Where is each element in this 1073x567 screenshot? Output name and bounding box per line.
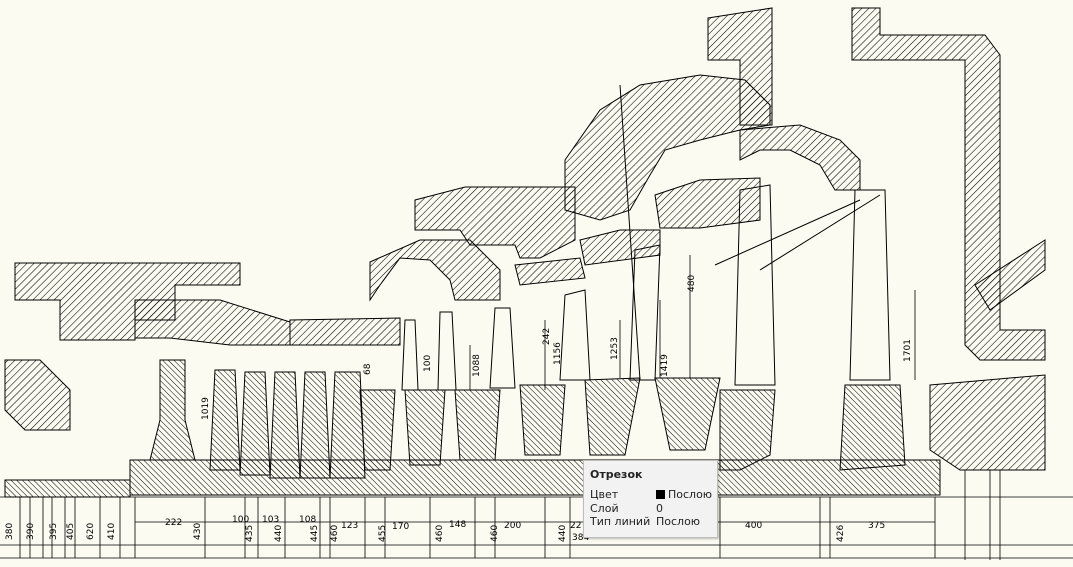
dim-label: 455 <box>378 525 388 542</box>
tooltip-title: Отрезок <box>590 468 643 481</box>
dim-label: 395 <box>49 523 59 540</box>
tooltip-label: Слой <box>590 502 619 515</box>
rotor[interactable] <box>4 359 941 498</box>
tooltip-row-layer: Слой 0 <box>590 502 715 515</box>
dim-label: 170 <box>392 522 409 532</box>
tooltip-value: Послою <box>656 488 712 501</box>
dim-label: 148 <box>449 520 466 530</box>
dim-label: 405 <box>66 523 76 540</box>
dim-label: 242 <box>542 328 552 345</box>
color-swatch-icon <box>656 490 665 499</box>
dim-label: 480 <box>687 275 697 292</box>
dim-label: 445 <box>310 525 320 542</box>
cad-drawing-canvas[interactable]: 380 390 395 405 620 410 222 430 100 435 … <box>0 0 1073 567</box>
object-tooltip: Отрезок Цвет Послою Слой 0 Тип линий Пос… <box>583 460 718 538</box>
dim-label: 1156 <box>553 342 563 365</box>
tooltip-value-text: Послою <box>668 488 713 501</box>
dim-label: 200 <box>504 521 521 531</box>
dim-label: 1019 <box>201 397 211 420</box>
dim-label: 390 <box>26 523 36 540</box>
dim-label: 1701 <box>903 339 913 362</box>
dim-label: 400 <box>745 521 762 531</box>
dim-label: 410 <box>107 523 117 540</box>
dim-label: 1419 <box>660 354 670 377</box>
tooltip-label: Цвет <box>590 488 619 501</box>
tooltip-row-color: Цвет Послою <box>590 488 715 501</box>
dim-label: 620 <box>86 523 96 540</box>
dim-label: 440 <box>558 525 568 542</box>
dim-label: 222 <box>165 518 182 528</box>
dim-label: 108 <box>299 515 316 525</box>
dim-label: 1088 <box>472 354 482 377</box>
tooltip-label: Тип линий <box>590 515 651 528</box>
dim-label: 22 <box>570 521 581 531</box>
dim-label: 1253 <box>610 337 620 360</box>
tooltip-value: 0 <box>656 502 663 515</box>
dim-label: 435 <box>245 525 255 542</box>
dim-label: 460 <box>490 525 500 542</box>
dim-label: 440 <box>274 525 284 542</box>
dim-label: 375 <box>868 521 885 531</box>
dim-label: 68 <box>363 363 373 375</box>
dim-label: 100 <box>232 515 249 525</box>
tooltip-value: Послою <box>656 515 701 528</box>
dim-label: 100 <box>423 355 433 372</box>
dim-label: 460 <box>435 525 445 542</box>
dim-label: 103 <box>262 515 279 525</box>
dim-label: 430 <box>193 523 203 540</box>
dim-label: 460 <box>330 525 340 542</box>
dim-label: 123 <box>341 521 358 531</box>
dim-label: 380 <box>5 523 15 540</box>
dim-label: 426 <box>836 525 846 542</box>
tooltip-row-linetype: Тип линий Послою <box>590 515 715 528</box>
